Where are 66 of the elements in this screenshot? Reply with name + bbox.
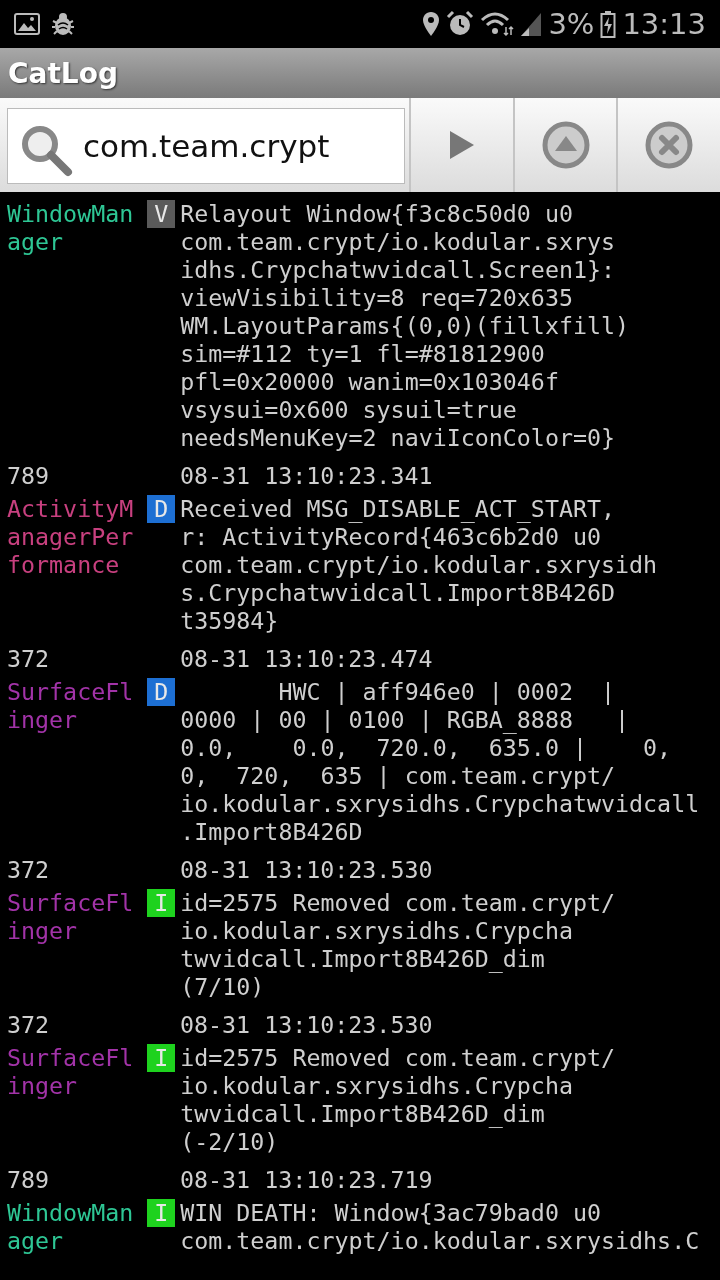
log-message-line: Received MSG_DISABLE_ACT_START, xyxy=(180,495,617,523)
wifi-icon xyxy=(480,11,515,37)
log-message-line: com.team.crypt/io.kodular.sxrysidh xyxy=(180,551,658,579)
process-id: 789 xyxy=(7,462,51,490)
up-arrow-circle-icon xyxy=(541,121,590,169)
log-message-line: 0000 | 00 | 0100 | RGBA_8888 | xyxy=(180,706,631,734)
log-message-line: 0, 720, 635 | com.team.crypt/ xyxy=(180,762,617,790)
log-timestamp: 08-31 13:10:23.719 xyxy=(180,1166,433,1194)
priority-badge: D xyxy=(147,678,176,706)
signal-icon xyxy=(520,11,543,37)
log-message-line: WIN DEATH: Window{3ac79bad0 u0 xyxy=(180,1199,602,1227)
log-message-line: (7/10) xyxy=(180,973,266,1001)
search-field[interactable]: com.team.crypt xyxy=(7,108,405,184)
log-tag: WindowManager xyxy=(7,200,134,256)
log-timestamp: 08-31 13:10:23.474 xyxy=(180,645,433,673)
log-message-line: pfl=0x20000 wanim=0x103046f xyxy=(180,368,560,396)
log-message-line: Relayout Window{f3c8c50d0 u0 xyxy=(180,200,574,228)
log-message-line: idhs.Crypchatwvidcall.Screen1}: xyxy=(180,256,617,284)
play-icon xyxy=(448,130,475,160)
process-id: 372 xyxy=(7,856,51,884)
log-message-line: sim=#112 ty=1 fl=#81812900 xyxy=(180,340,546,368)
log-tag: WindowManager xyxy=(7,1199,134,1255)
battery-icon xyxy=(600,10,617,38)
log-message-line: vsysui=0x600 sysuil=true xyxy=(180,396,518,424)
log-tag: SurfaceFlinger xyxy=(7,889,134,945)
log-message-line: com.team.crypt/io.kodular.sxrys xyxy=(180,228,617,256)
log-tag: SurfaceFlinger xyxy=(7,678,134,734)
priority-badge: I xyxy=(147,1199,176,1227)
bug-icon xyxy=(50,11,76,37)
log-message-line: id=2575 Removed com.team.crypt/ xyxy=(180,1044,616,1072)
location-icon xyxy=(422,11,441,37)
priority-badge: I xyxy=(147,1044,176,1072)
log-message-line: io.kodular.sxrysidhs.Crypchatwvidcall xyxy=(180,790,700,818)
alarm-icon xyxy=(446,10,475,38)
log-message-line: com.team.crypt/io.kodular.sxrysidhs.C xyxy=(180,1227,700,1255)
log-timestamp: 08-31 13:10:23.530 xyxy=(180,1011,433,1039)
priority-badge: D xyxy=(147,495,176,523)
log-tag: ActivityManagerPerformance xyxy=(7,495,134,579)
log-message-line: s.Crypchatwvidcall.Import8B426D xyxy=(180,579,617,607)
priority-badge: I xyxy=(147,889,176,917)
process-id: 372 xyxy=(7,645,51,673)
log-message-line: twvidcall.Import8B426D_dim xyxy=(180,945,546,973)
process-id: 789 xyxy=(7,1166,51,1194)
log-message-line: .Import8B426D xyxy=(180,818,364,846)
log-message-line: (-2/10) xyxy=(180,1128,280,1156)
log-tag: SurfaceFlinger xyxy=(7,1044,134,1100)
battery-percent: 3% xyxy=(548,7,595,41)
log-timestamp: 08-31 13:10:23.341 xyxy=(180,462,433,490)
log-timestamp: 08-31 13:10:23.530 xyxy=(180,856,433,884)
log-message-line: needsMenuKey=2 naviIconColor=0} xyxy=(180,424,617,452)
app-title: CatLog xyxy=(8,56,118,90)
log-message-line: t35984} xyxy=(180,607,280,635)
picture-icon xyxy=(14,13,40,35)
log-message-line: r: ActivityRecord{463c6b2d0 u0 xyxy=(180,523,602,551)
close-icon xyxy=(645,121,694,169)
log-message-line: 0.0, 0.0, 720.0, 635.0 | 0, xyxy=(180,734,673,762)
log-message-line: io.kodular.sxrysidhs.Crypcha xyxy=(180,917,574,945)
process-id: 372 xyxy=(7,1011,51,1039)
log-message-line: twvidcall.Import8B426D_dim xyxy=(180,1100,546,1128)
log-message-line: HWC | aff946e0 | 0002 | xyxy=(277,678,617,706)
log-message-line: io.kodular.sxrysidhs.Crypcha xyxy=(180,1072,574,1100)
log-message-line: id=2575 Removed com.team.crypt/ xyxy=(180,889,616,917)
log-message-line: WM.LayoutParams{(0,0)(fillxfill) xyxy=(180,312,630,340)
priority-badge: V xyxy=(147,200,176,228)
clock-time: 13:13 xyxy=(622,7,706,41)
log-message-line: viewVisibility=8 req=720x635 xyxy=(180,284,574,312)
